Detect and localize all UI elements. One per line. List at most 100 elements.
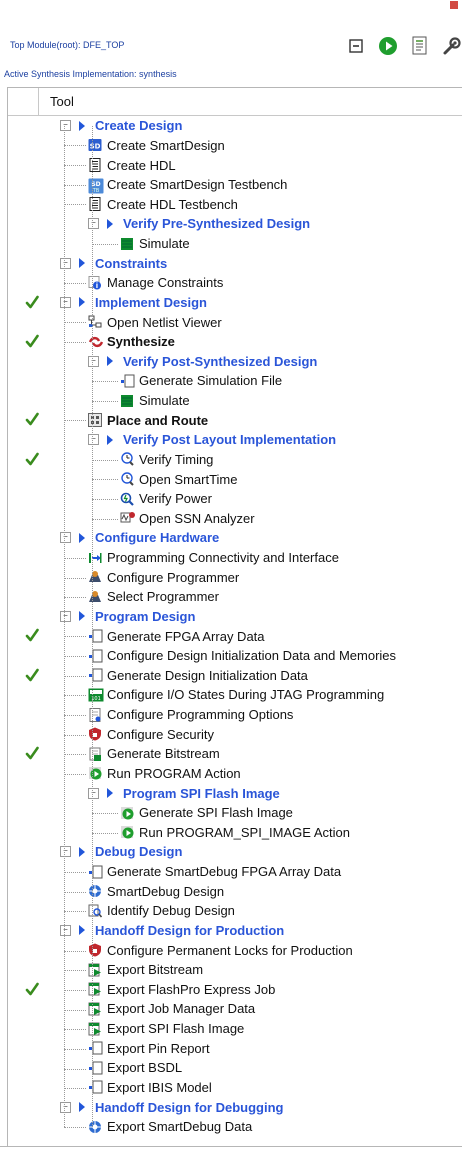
collapse-toggle-icon[interactable]: − — [88, 434, 99, 446]
tree-row-content[interactable]: − Debug Design — [60, 842, 182, 862]
collapse-toggle-icon[interactable]: − — [88, 355, 99, 367]
active-implementation-label[interactable]: Active Synthesis Implementation: synthes… — [4, 69, 177, 79]
collapse-all-button[interactable] — [346, 36, 366, 56]
tree-row-content[interactable]: − Verify Pre-Synthesized Design — [88, 214, 310, 234]
tree-row-content[interactable]: Programming Connectivity and Interface — [88, 548, 339, 568]
tree-row-content[interactable]: Run PROGRAM_SPI_IMAGE Action — [120, 823, 350, 843]
tree-column-header[interactable]: Tool — [8, 88, 462, 116]
tree-row-content[interactable]: Export IBIS Model — [88, 1078, 212, 1098]
tree-row-content[interactable]: Export SPI Flash Image — [88, 1019, 244, 1039]
tree-row-content[interactable]: − Create Design — [60, 116, 182, 136]
tree-row-content[interactable]: − Program SPI Flash Image — [88, 783, 280, 803]
options-button[interactable] — [442, 36, 462, 56]
tree-row-content[interactable]: Synthesize — [88, 332, 175, 352]
tree-item-generate-spi-flash-image[interactable]: Generate SPI Flash Image — [8, 803, 462, 823]
tree-row-content[interactable]: Generate Bitstream — [88, 744, 220, 764]
tree-row-content[interactable]: − Program Design — [60, 607, 195, 627]
collapse-toggle-icon[interactable]: − — [60, 846, 71, 858]
tree-row-content[interactable]: Generate Design Initialization Data — [88, 666, 308, 686]
report-button[interactable] — [410, 36, 430, 56]
tree-row-content[interactable]: SD TB Create SmartDesign Testbench — [88, 175, 287, 195]
tree-row-content[interactable]: Identify Debug Design — [88, 901, 235, 921]
tree-row-content[interactable]: Open SmartTime — [120, 469, 238, 489]
collapse-toggle-icon[interactable]: − — [60, 120, 71, 132]
collapse-toggle-icon[interactable]: − — [60, 610, 71, 622]
tree-row-content[interactable]: − Handoff Design for Debugging — [60, 1097, 283, 1117]
tree-row-content[interactable]: Run PROGRAM Action — [88, 764, 241, 784]
tree-row-content[interactable]: i Manage Constraints — [88, 273, 223, 293]
tree-group-handoff-design-for-debugging[interactable]: − Handoff Design for Debugging — [8, 1097, 462, 1117]
tree-row-content[interactable]: Configure Programmer — [88, 567, 239, 587]
collapse-toggle-icon[interactable]: − — [60, 1101, 71, 1113]
tree-row-content[interactable]: Export Bitstream — [88, 960, 203, 980]
tree-group-debug-design[interactable]: − Debug Design — [8, 842, 462, 862]
tree-group-constraints[interactable]: − Constraints — [8, 253, 462, 273]
tree-row-content[interactable]: Generate SmartDebug FPGA Array Data — [88, 862, 341, 882]
tree-row-content[interactable]: Configure Programming Options — [88, 705, 293, 725]
tree-row-content[interactable]: Create HDL — [88, 155, 176, 175]
tree-row-content[interactable]: Generate FPGA Array Data — [88, 626, 265, 646]
collapse-toggle-icon[interactable]: − — [88, 218, 99, 230]
tree-row-content[interactable]: − Implement Design — [60, 293, 207, 313]
tree-row-content[interactable]: − Handoff Design for Production — [60, 921, 284, 941]
tree-row-content[interactable]: Simulate — [120, 391, 190, 411]
tree-row-content[interactable]: Generate Simulation File — [120, 371, 282, 391]
tree-item-simulate[interactable]: Simulate — [8, 234, 462, 254]
tree-row-content[interactable]: SD Create SmartDesign — [88, 136, 225, 156]
tree-row-content[interactable]: − Verify Post-Synthesized Design — [88, 352, 317, 372]
tree-row-content[interactable]: Simulate — [120, 234, 190, 254]
tree-row-content[interactable]: Configure Design Initialization Data and… — [88, 646, 396, 666]
tree-item-run-program-spi-image-action[interactable]: Run PROGRAM_SPI_IMAGE Action — [8, 823, 462, 843]
tree-item-open-ssn-analyzer[interactable]: Open SSN Analyzer — [8, 509, 462, 529]
tree-group-implement-design[interactable]: − Implement Design — [8, 293, 462, 313]
tree-row-content[interactable]: Configure Permanent Locks for Production — [88, 940, 353, 960]
collapse-toggle-icon[interactable]: − — [88, 787, 99, 799]
tree-row-content[interactable]: Select Programmer — [88, 587, 219, 607]
tree-row-content[interactable]: Create HDL Testbench — [88, 195, 238, 215]
tree-connector — [64, 715, 86, 717]
collapse-toggle-icon[interactable]: − — [60, 257, 71, 269]
top-module-label[interactable]: Top Module(root): DFE_TOP — [10, 40, 124, 50]
tree-row-content[interactable]: Place and Route — [88, 410, 208, 430]
tree-group-verify-post-synthesized-design[interactable]: − Verify Post-Synthesized Design — [8, 352, 462, 372]
tree-item-verify-power[interactable]: Verify Power — [8, 489, 462, 509]
collapse-toggle-icon[interactable]: − — [60, 296, 71, 308]
tree-row-content[interactable]: SmartDebug Design — [88, 881, 224, 901]
tree-row-content[interactable]: − Configure Hardware — [60, 528, 219, 548]
tree-row-content[interactable]: − Constraints — [60, 253, 167, 273]
tree-row-content[interactable]: Export FlashPro Express Job — [88, 980, 275, 1000]
tree-row-content[interactable]: Verify Power — [120, 489, 212, 509]
tree-connector — [64, 341, 86, 343]
tree-connector — [64, 1068, 86, 1070]
tree-row-content[interactable]: Export SmartDebug Data — [88, 1117, 252, 1137]
tree-row-content[interactable]: Verify Timing — [120, 450, 213, 470]
tree-group-handoff-design-for-production[interactable]: − Handoff Design for Production — [8, 921, 462, 941]
tree-row-content[interactable]: Export Pin Report — [88, 1038, 210, 1058]
tree-row-content[interactable]: 101 Configure I/O States During JTAG Prog… — [88, 685, 384, 705]
tree-row-content[interactable]: Open Netlist Viewer — [88, 312, 222, 332]
tree-group-program-spi-flash-image[interactable]: − Program SPI Flash Image — [8, 783, 462, 803]
tree-row-content[interactable]: Configure Security — [88, 724, 214, 744]
tree-row-content[interactable]: Generate SPI Flash Image — [120, 803, 293, 823]
tree-group-configure-hardware[interactable]: − Configure Hardware — [8, 528, 462, 548]
tool-column-label: Tool — [50, 94, 74, 109]
close-marker[interactable] — [450, 1, 458, 9]
tree-row-content[interactable]: Export BSDL — [88, 1058, 182, 1078]
tree-item-simulate[interactable]: Simulate — [8, 391, 462, 411]
group-arrow-icon — [79, 120, 85, 131]
tree-group-create-design[interactable]: − Create Design — [8, 116, 462, 136]
tree-row-content[interactable]: Export Job Manager Data — [88, 999, 255, 1019]
run-button[interactable] — [378, 36, 398, 56]
tree-group-program-design[interactable]: − Program Design — [8, 607, 462, 627]
tree-item-verify-timing[interactable]: Verify Timing — [8, 450, 462, 470]
tree-group-verify-post-layout-implementation[interactable]: − Verify Post Layout Implementation — [8, 430, 462, 450]
tree-row-content[interactable]: − Verify Post Layout Implementation — [88, 430, 336, 450]
tree-group-verify-pre-synthesized-design[interactable]: − Verify Pre-Synthesized Design — [8, 214, 462, 234]
tree-item-generate-simulation-file[interactable]: Generate Simulation File — [8, 371, 462, 391]
tree-item-label: Select Programmer — [107, 589, 219, 605]
collapse-toggle-icon[interactable]: − — [60, 924, 71, 936]
tree-connector — [92, 479, 118, 481]
tree-row-content[interactable]: Open SSN Analyzer — [120, 509, 255, 529]
tree-item-open-smarttime[interactable]: Open SmartTime — [8, 469, 462, 489]
collapse-toggle-icon[interactable]: − — [60, 532, 71, 544]
